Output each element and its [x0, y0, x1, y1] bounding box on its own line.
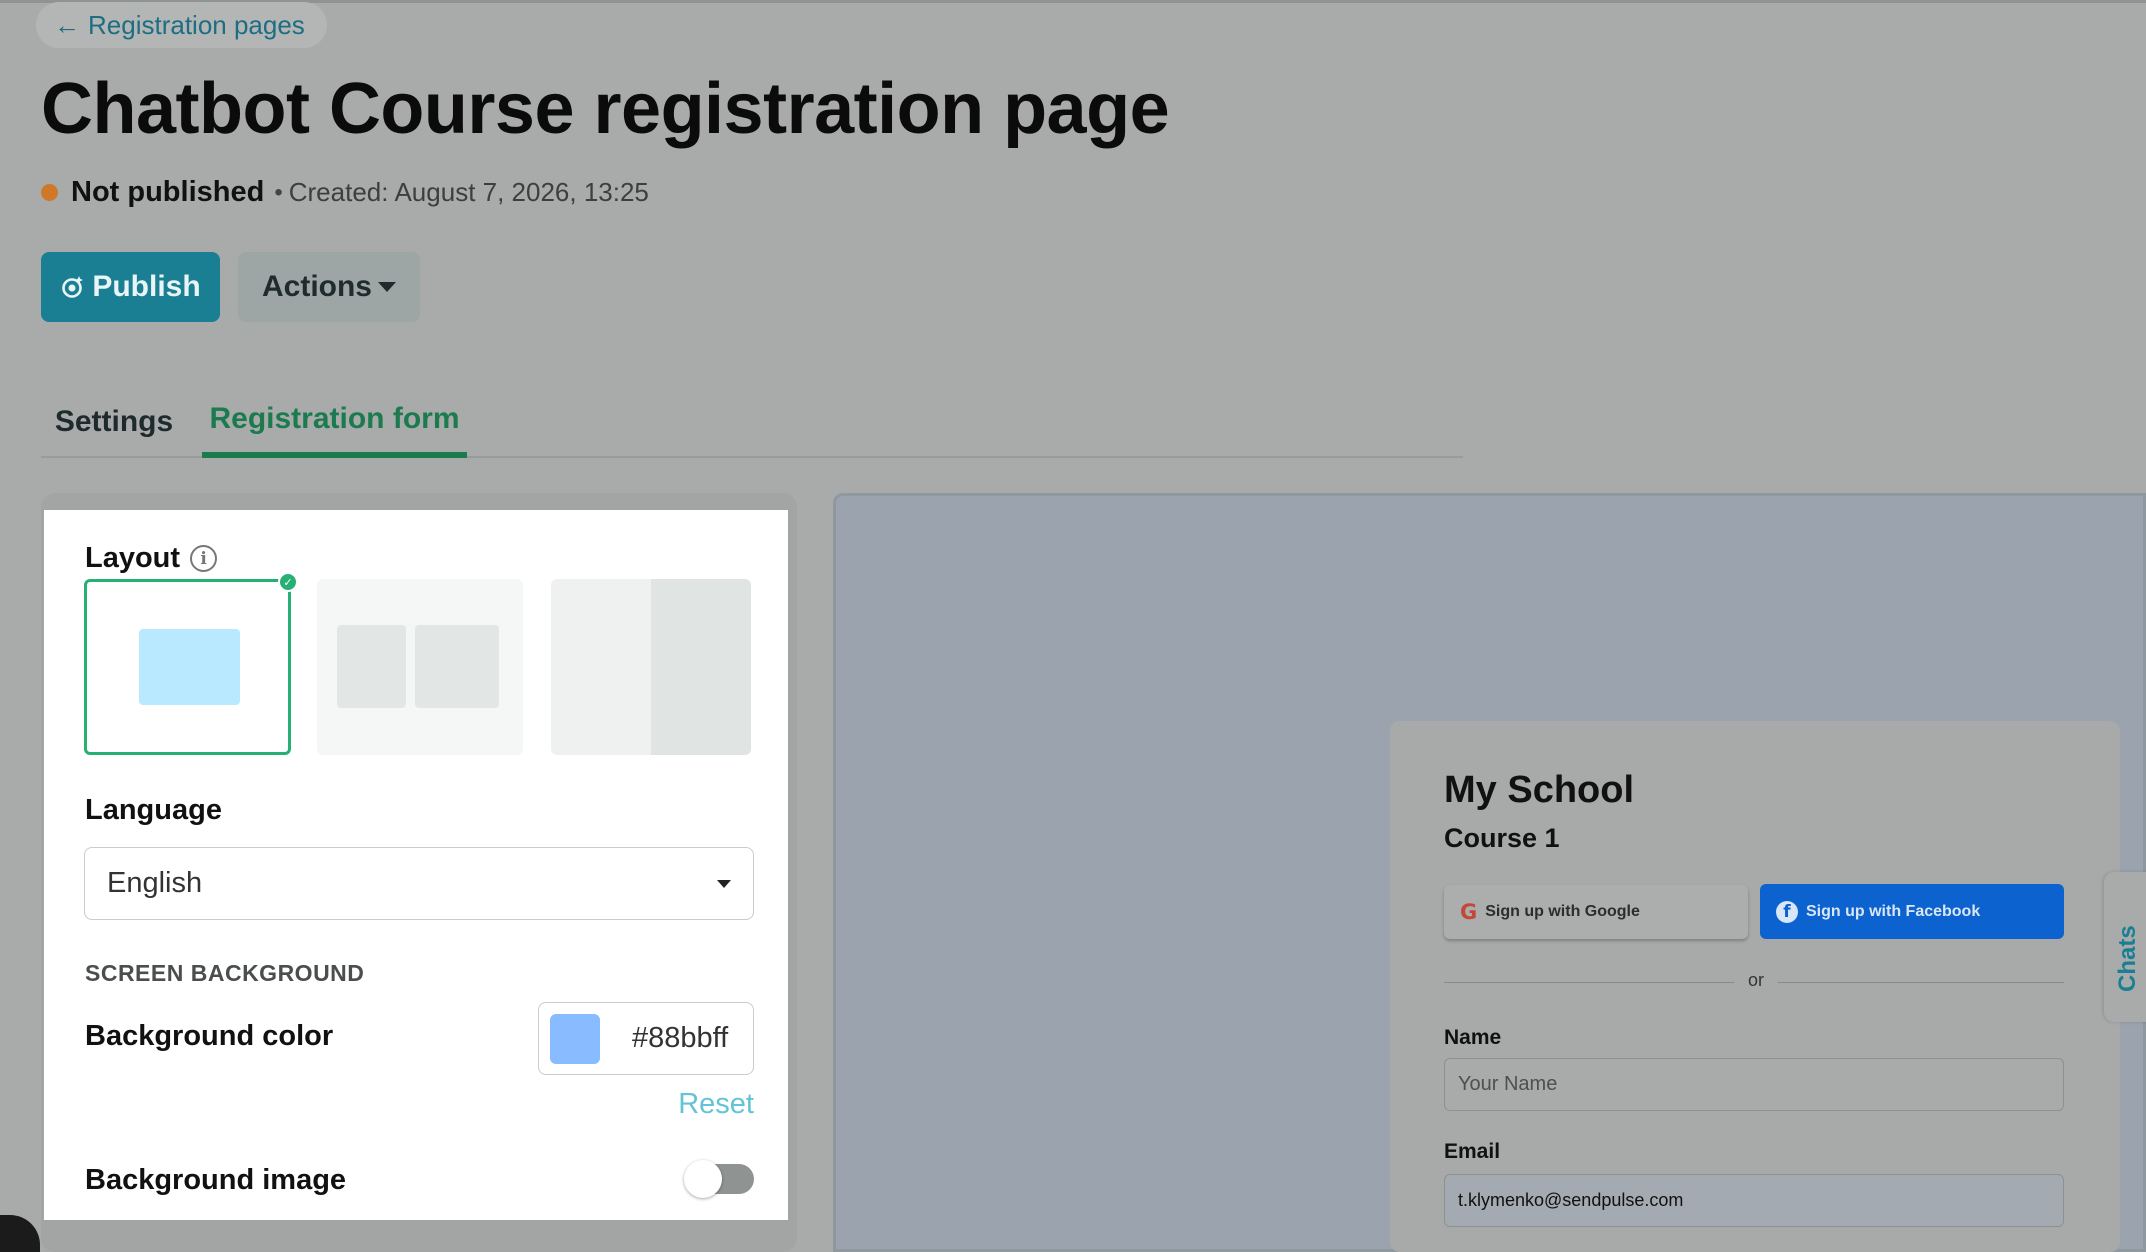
language-select[interactable]: English	[84, 847, 754, 920]
page-tabs: Settings Registration form	[41, 385, 1463, 458]
layout-option-centered[interactable]: ✓	[84, 572, 298, 755]
registration-form-preview-card: My School Course 1 G Sign up with Google…	[1390, 721, 2120, 1252]
actions-button-label: Actions	[261, 270, 372, 303]
check-icon: ✓	[278, 572, 298, 592]
actions-dropdown-button[interactable]: Actions	[238, 252, 420, 322]
publish-button[interactable]: Publish	[41, 252, 220, 322]
layout-label-row: Layout i	[85, 542, 218, 575]
google-icon: G	[1460, 900, 1478, 924]
facebook-button-label: Sign up with Facebook	[1806, 902, 1981, 920]
publish-button-label: Publish	[92, 270, 201, 303]
arrow-left-icon: ←	[54, 9, 80, 40]
section-title-screen-background: SCREEN BACKGROUND	[85, 960, 365, 986]
tab-settings[interactable]: Settings	[41, 385, 187, 458]
language-select-value: English	[107, 867, 203, 899]
or-divider-text: or	[1734, 970, 1779, 991]
toggle-knob	[684, 1160, 722, 1198]
settings-panel: Layout i ✓ Language English SCREEN BACKG…	[44, 510, 788, 1220]
email-field-label: Email	[1444, 1140, 1501, 1163]
layout-preview-block	[651, 579, 751, 755]
back-link-label: Registration pages	[88, 9, 305, 40]
status-separator: •	[274, 178, 283, 206]
back-to-registration-pages-link[interactable]: ← Registration pages	[36, 2, 327, 48]
background-color-label: Background color	[85, 1020, 334, 1052]
chats-tab-label: Chats	[2114, 925, 2141, 992]
layout-label: Layout	[85, 542, 181, 574]
page-title: Chatbot Course registration page	[41, 69, 1170, 149]
language-label: Language	[85, 794, 222, 826]
layout-option-split-screen[interactable]	[551, 579, 751, 755]
window-top-border	[0, 0, 2146, 3]
name-input-placeholder: Your Name	[1458, 1073, 1558, 1095]
background-image-toggle[interactable]	[684, 1160, 754, 1198]
window-corner	[0, 1215, 40, 1252]
caret-down-icon	[378, 282, 396, 292]
layout-preview-block	[337, 625, 406, 708]
reset-color-link[interactable]: Reset	[678, 1088, 754, 1121]
tab-registration-form[interactable]: Registration form	[202, 385, 467, 458]
name-field-label: Name	[1444, 1026, 1502, 1049]
caret-down-icon	[717, 880, 731, 888]
status-dot-icon	[41, 184, 58, 201]
status-row: Not published • Created: August 7, 2026,…	[41, 176, 649, 209]
broadcast-icon	[62, 276, 84, 298]
name-input[interactable]: Your Name	[1444, 1058, 2064, 1111]
created-value: August 7, 2026, 13:25	[394, 177, 649, 207]
layout-preview-block	[139, 629, 240, 705]
color-hex-value: #88bbff	[632, 1022, 729, 1054]
google-button-label: Sign up with Google	[1485, 903, 1640, 920]
sign-up-facebook-button[interactable]: f Sign up with Facebook	[1760, 884, 2064, 939]
preview-course-name: Course 1	[1444, 823, 1560, 853]
color-swatch[interactable]	[550, 1013, 600, 1064]
layout-preview-block	[415, 625, 499, 708]
chats-side-tab[interactable]: Chats	[2104, 872, 2146, 1022]
created-label: Created:	[288, 177, 389, 207]
status-text: Not published	[71, 176, 265, 208]
layout-option-two-column[interactable]	[317, 579, 523, 755]
email-input-value: t.klymenko@sendpulse.com	[1458, 1190, 1684, 1210]
sign-up-google-button[interactable]: G Sign up with Google	[1444, 885, 1748, 939]
background-image-label: Background image	[85, 1164, 347, 1196]
preview-school-name: My School	[1444, 769, 1635, 811]
info-icon[interactable]: i	[190, 545, 218, 572]
background-color-field[interactable]: #88bbff	[538, 1002, 754, 1075]
email-input[interactable]: t.klymenko@sendpulse.com	[1444, 1174, 2064, 1227]
facebook-icon: f	[1776, 900, 1798, 923]
